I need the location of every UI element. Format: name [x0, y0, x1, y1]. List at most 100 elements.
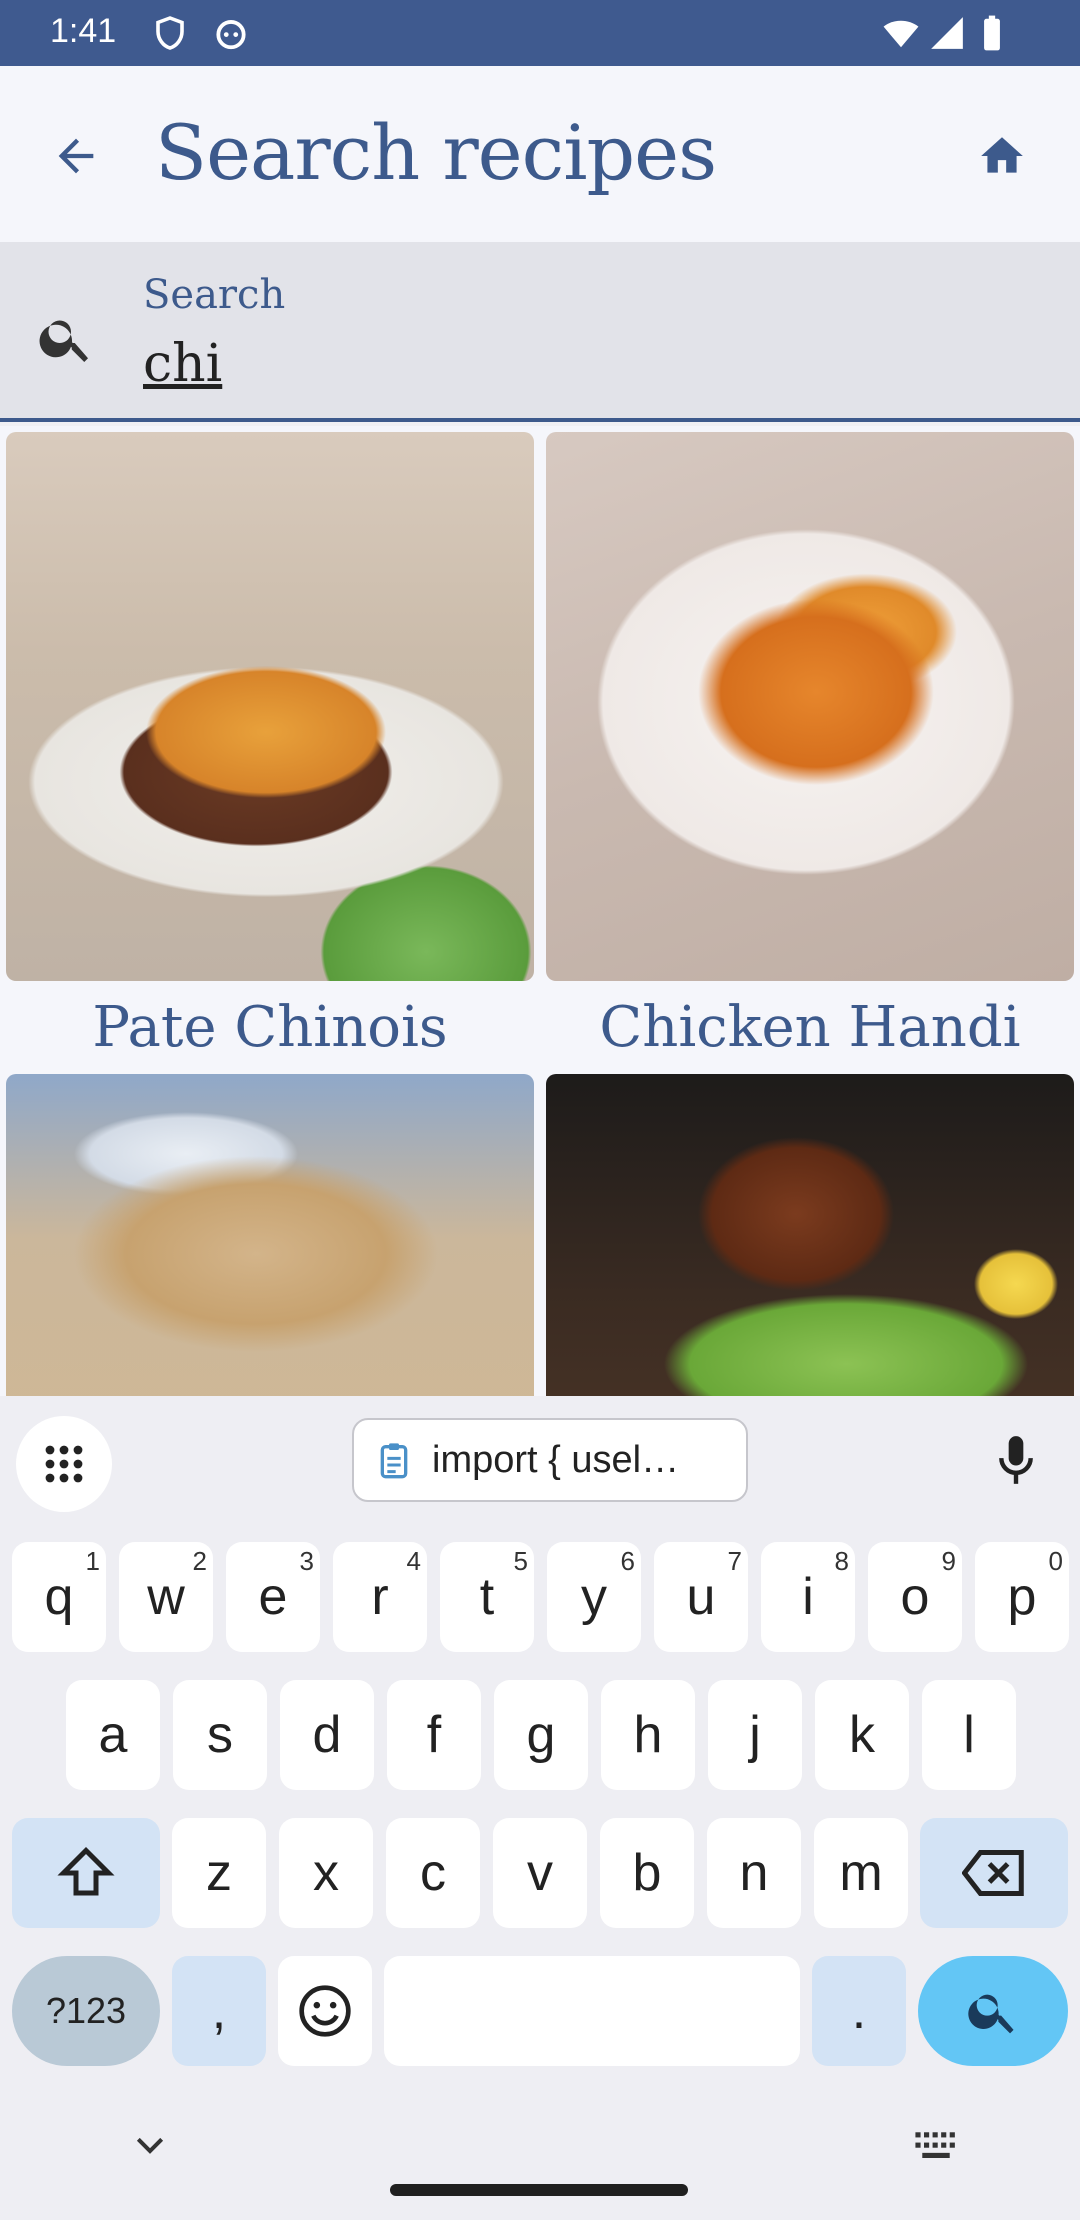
soft-keyboard: import { usel… ?123 , . q 1 w 2 e 3 r 4 …: [0, 1396, 1080, 2220]
key-label: w: [147, 1568, 185, 1626]
recipe-card[interactable]: Chicken Handi: [546, 432, 1074, 1075]
key-m[interactable]: m: [814, 1818, 908, 1928]
clipboard-suggestion[interactable]: import { usel…: [352, 1418, 748, 1502]
clipboard-icon: [380, 1443, 408, 1479]
arrow-back-icon: [58, 138, 94, 174]
key-j[interactable]: j: [708, 1680, 802, 1790]
recipe-card[interactable]: Pate Chinois: [6, 432, 534, 1075]
recipe-image: [546, 1074, 1074, 1396]
navigation-bar: [0, 2096, 1080, 2220]
key-u[interactable]: u7: [654, 1542, 748, 1652]
key-label: e: [258, 1568, 288, 1626]
cat-face-icon: [212, 14, 250, 57]
key-label: h: [633, 1706, 663, 1764]
search-icon: [36, 308, 96, 368]
page-title: Search recipes: [155, 108, 717, 197]
key-y[interactable]: y6: [547, 1542, 641, 1652]
back-button[interactable]: [40, 120, 112, 192]
emoji-key[interactable]: [278, 1956, 372, 2066]
key-p[interactable]: p0: [975, 1542, 1069, 1652]
key-label: k: [849, 1706, 875, 1764]
key-label: j: [749, 1706, 761, 1764]
key-hint: 5: [513, 1546, 528, 1576]
symbols-key[interactable]: ?123: [12, 1956, 160, 2066]
search-icon: [968, 1994, 1014, 2034]
hide-keyboard-button[interactable]: [120, 2116, 180, 2176]
signal-icon: [928, 14, 966, 57]
key-label: v: [527, 1844, 553, 1902]
backspace-icon: [962, 1850, 1024, 1896]
recipe-title: Chicken Handi: [599, 995, 1021, 1060]
status-bar: 1:41: [0, 0, 1080, 66]
key-label: t: [479, 1568, 495, 1626]
key-x[interactable]: x: [279, 1818, 373, 1928]
recipe-card[interactable]: [546, 1074, 1074, 1396]
key-k[interactable]: k: [815, 1680, 909, 1790]
keyboard-toolbar: import { usel…: [0, 1396, 1080, 1526]
key-label: a: [98, 1706, 128, 1764]
key-n[interactable]: n: [707, 1818, 801, 1928]
key-label: x: [313, 1844, 339, 1902]
key-label: c: [420, 1844, 446, 1902]
emoji-icon: [299, 1985, 351, 2037]
key-l[interactable]: l: [922, 1680, 1016, 1790]
recipe-title: Pate Chinois: [92, 995, 448, 1060]
key-z[interactable]: z: [172, 1818, 266, 1928]
voice-input-button[interactable]: [978, 1422, 1054, 1498]
key-label: g: [526, 1706, 556, 1764]
keyboard-apps-button[interactable]: [16, 1416, 112, 1512]
key-v[interactable]: v: [493, 1818, 587, 1928]
key-label: p: [1007, 1568, 1037, 1626]
key-r[interactable]: r4: [333, 1542, 427, 1652]
recipe-card[interactable]: [6, 1074, 534, 1396]
key-b[interactable]: b: [600, 1818, 694, 1928]
key-hint: 4: [406, 1546, 421, 1576]
search-key[interactable]: [918, 1956, 1068, 2066]
key-f[interactable]: f: [387, 1680, 481, 1790]
key-c[interactable]: c: [386, 1818, 480, 1928]
key-g[interactable]: g: [494, 1680, 588, 1790]
key-q[interactable]: q1: [12, 1542, 106, 1652]
recipe-image: [6, 1074, 534, 1396]
search-input[interactable]: chi: [143, 334, 222, 394]
search-field[interactable]: Search chi: [0, 242, 1080, 422]
recipe-grid: Pate Chinois Chicken Handi: [0, 426, 1080, 1396]
period-key[interactable]: .: [812, 1956, 906, 2066]
home-gesture-handle[interactable]: [390, 2184, 688, 2196]
keyboard-icon: [915, 2132, 955, 2158]
key-d[interactable]: d: [280, 1680, 374, 1790]
microphone-icon: [999, 1436, 1033, 1484]
key-hint: 8: [834, 1546, 849, 1576]
key-i[interactable]: i8: [761, 1542, 855, 1652]
home-button[interactable]: [966, 120, 1038, 192]
key-w[interactable]: w2: [119, 1542, 213, 1652]
key-label: d: [312, 1706, 342, 1764]
key-hint: 6: [620, 1546, 635, 1576]
key-label: o: [900, 1568, 930, 1626]
key-o[interactable]: o9: [868, 1542, 962, 1652]
key-label: r: [371, 1568, 389, 1626]
key-s[interactable]: s: [173, 1680, 267, 1790]
key-t[interactable]: t5: [440, 1542, 534, 1652]
space-key[interactable]: [384, 1956, 800, 2066]
key-hint: 7: [727, 1546, 742, 1576]
key-h[interactable]: h: [601, 1680, 695, 1790]
clipboard-text: import { usel…: [432, 1438, 680, 1481]
keyboard-switch-button[interactable]: [906, 2116, 966, 2176]
key-e[interactable]: e3: [226, 1542, 320, 1652]
key-label: y: [581, 1568, 607, 1626]
shift-key[interactable]: [12, 1818, 160, 1928]
key-label: m: [839, 1844, 883, 1902]
comma-key[interactable]: ,: [172, 1956, 266, 2066]
shield-icon: [152, 14, 188, 57]
key-label: s: [207, 1706, 233, 1764]
search-label: Search: [143, 272, 286, 318]
key-hint: 0: [1048, 1546, 1063, 1576]
key-label: b: [632, 1844, 662, 1902]
chevron-down-icon: [136, 2137, 164, 2154]
home-icon: [981, 137, 1023, 173]
key-hint: 2: [192, 1546, 207, 1576]
backspace-key[interactable]: [920, 1818, 1068, 1928]
key-a[interactable]: a: [66, 1680, 160, 1790]
key-hint: 1: [85, 1546, 100, 1576]
